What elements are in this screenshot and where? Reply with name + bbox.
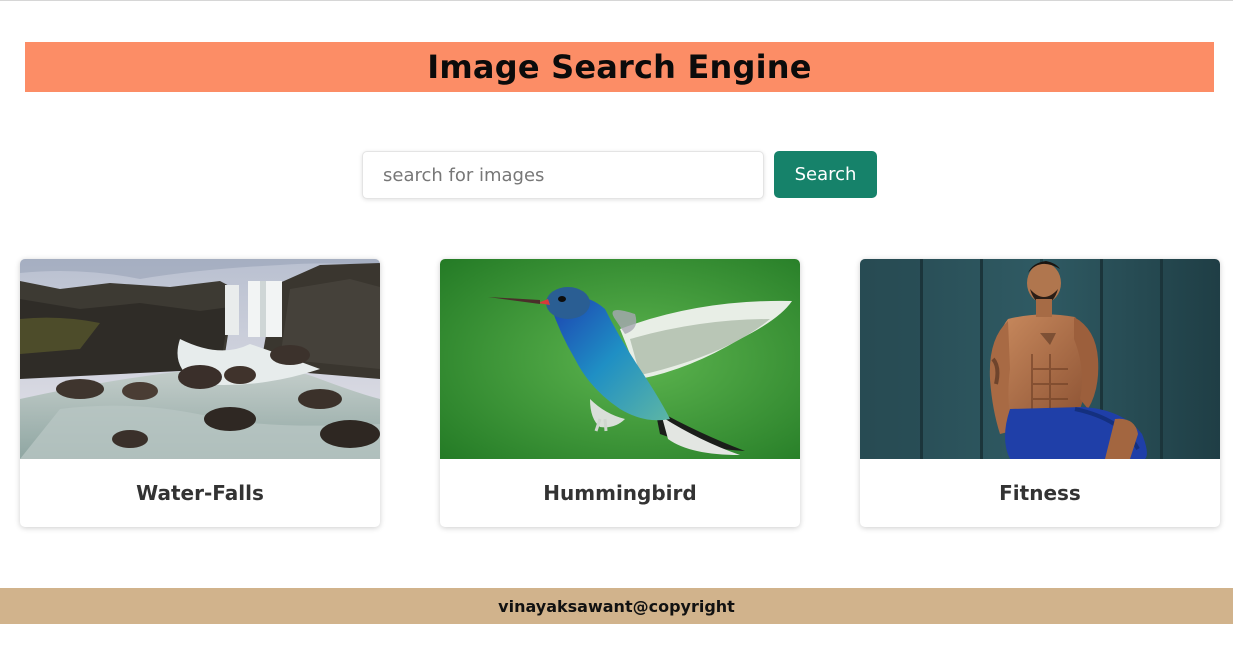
search-button[interactable]: Search: [774, 151, 877, 198]
result-card-waterfalls[interactable]: Water-Falls: [20, 259, 380, 527]
search-input[interactable]: [362, 151, 764, 199]
result-card-fitness[interactable]: Fitness: [860, 259, 1220, 527]
copyright-text: vinayaksawant@copyright: [498, 596, 735, 616]
waterfall-photo[interactable]: [20, 259, 380, 459]
result-card-caption: Fitness: [999, 481, 1081, 505]
hummingbird-photo[interactable]: [440, 259, 800, 459]
result-card-caption: Water-Falls: [136, 481, 264, 505]
page-title: Image Search Engine: [427, 48, 812, 86]
top-divider: [0, 0, 1233, 1]
page-header: Image Search Engine: [25, 42, 1214, 92]
search-form: Search: [362, 151, 877, 199]
result-card-hummingbird[interactable]: Hummingbird: [440, 259, 800, 527]
fitness-man-photo[interactable]: [860, 259, 1220, 459]
page-footer: vinayaksawant@copyright: [0, 588, 1233, 624]
result-card-caption: Hummingbird: [543, 481, 697, 505]
